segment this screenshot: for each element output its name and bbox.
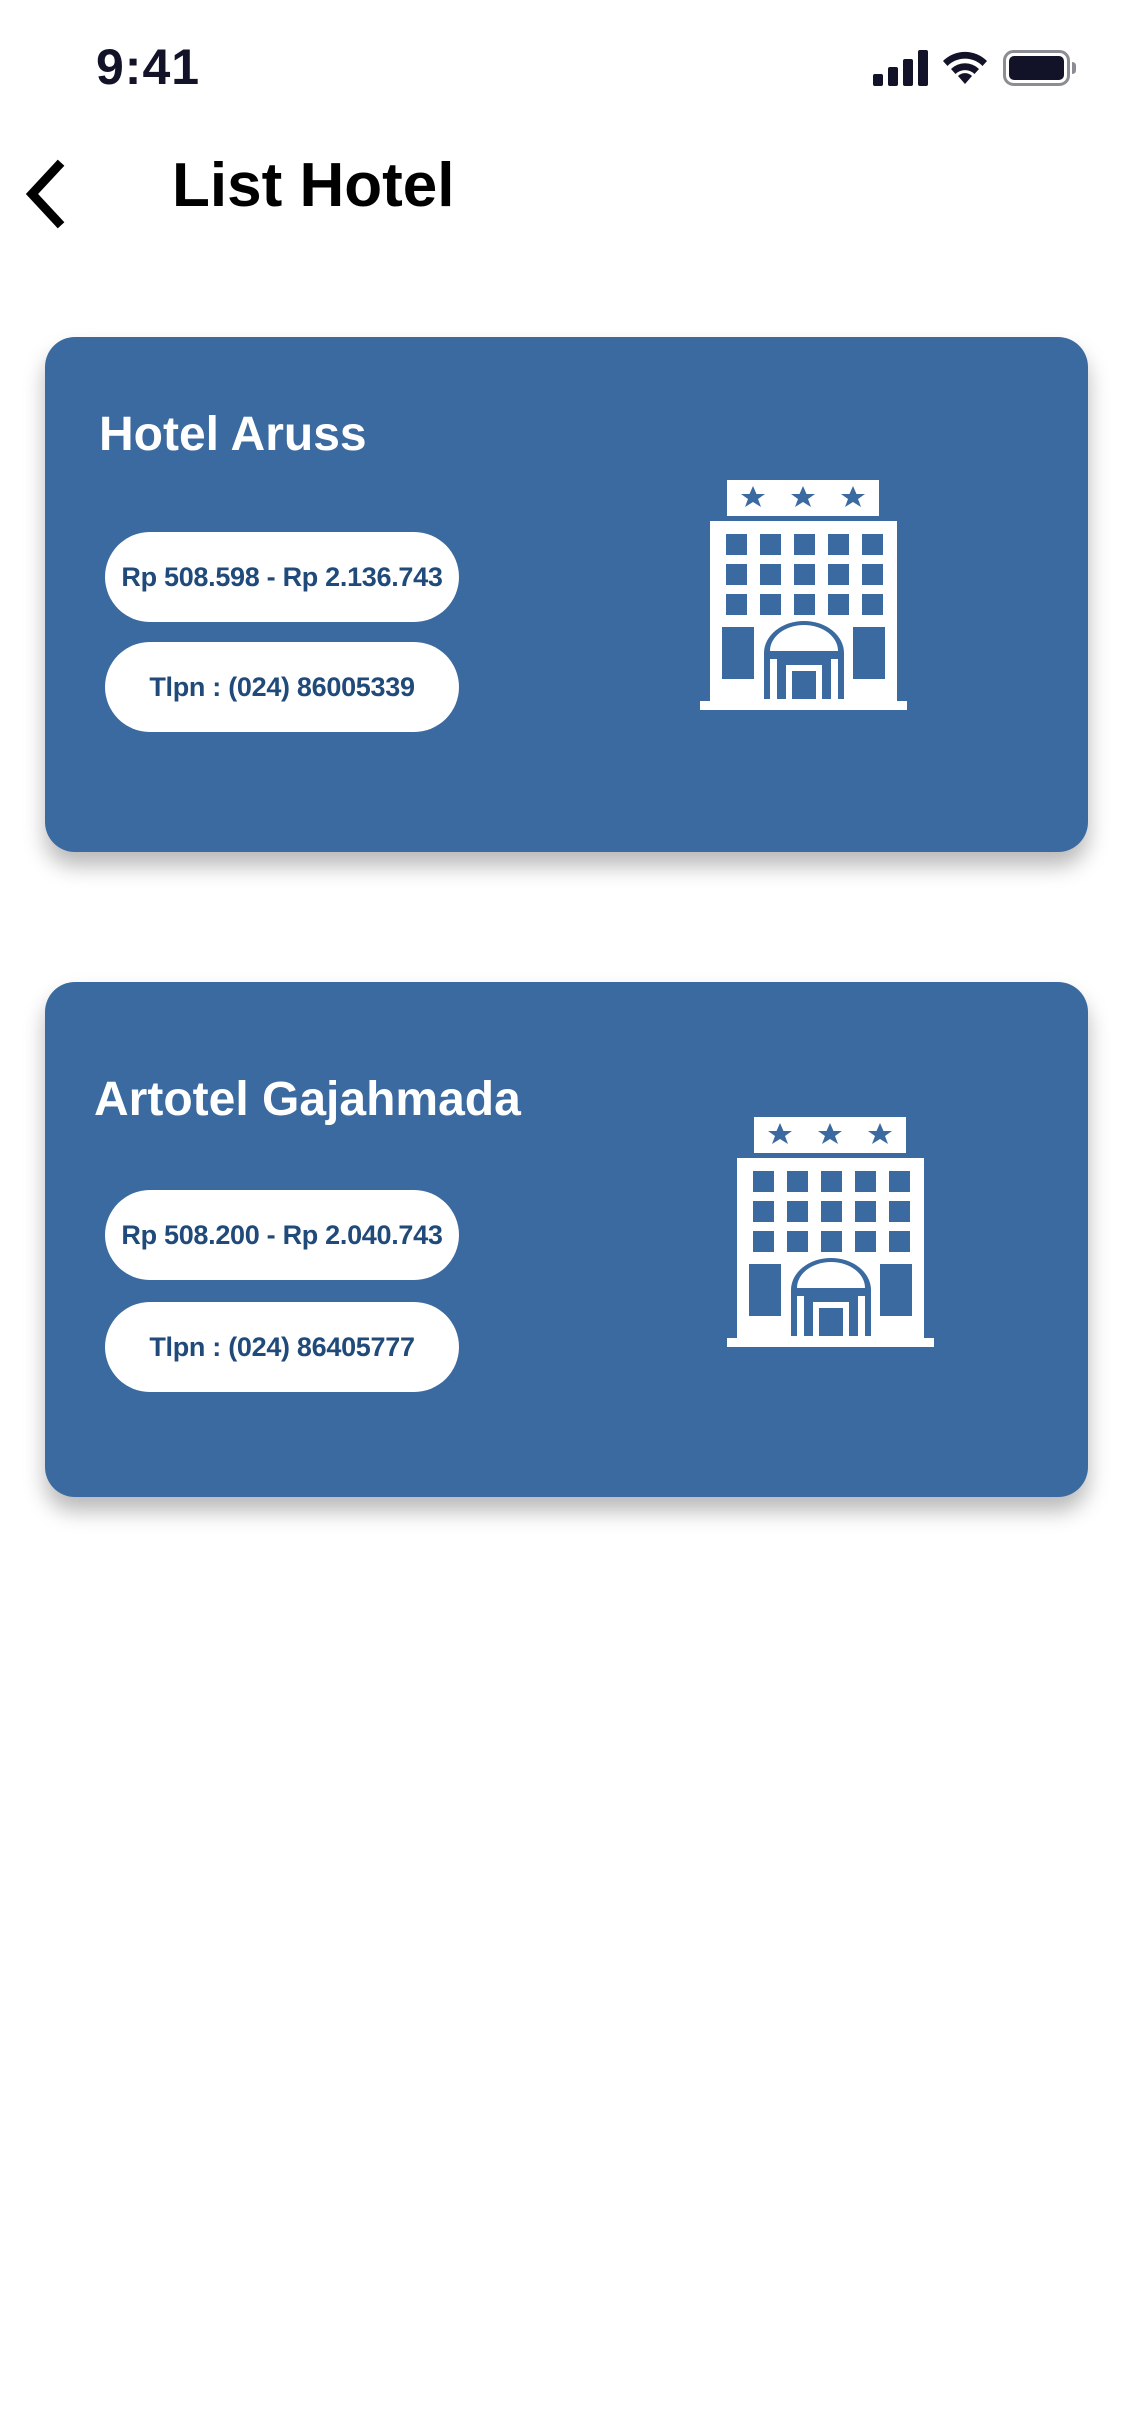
back-button[interactable]	[12, 154, 92, 234]
hotel-building-icon	[700, 480, 907, 710]
hotel-card[interactable]: Artotel Gajahmada Rp 508.200 - Rp 2.040.…	[45, 982, 1088, 1497]
wifi-icon	[943, 51, 987, 84]
navigation-header: List Hotel	[0, 140, 1125, 240]
battery-icon	[1003, 50, 1076, 86]
hotel-name: Artotel Gajahmada	[94, 1073, 521, 1126]
cellular-signal-icon	[873, 50, 928, 86]
hotel-building-icon	[727, 1117, 934, 1347]
price-range-pill: Rp 508.200 - Rp 2.040.743	[105, 1190, 459, 1280]
page-title: List Hotel	[172, 151, 455, 220]
chevron-left-icon	[25, 159, 65, 229]
status-time: 9:41	[96, 39, 201, 95]
hotel-card[interactable]: Hotel Aruss Rp 508.598 - Rp 2.136.743 Tl…	[45, 337, 1088, 852]
hotel-name: Hotel Aruss	[99, 408, 367, 461]
price-range-pill: Rp 508.598 - Rp 2.136.743	[105, 532, 459, 622]
phone-pill: Tlpn : (024) 86005339	[105, 642, 459, 732]
phone-pill: Tlpn : (024) 86405777	[105, 1302, 459, 1392]
status-bar: 9:41	[0, 0, 1125, 132]
